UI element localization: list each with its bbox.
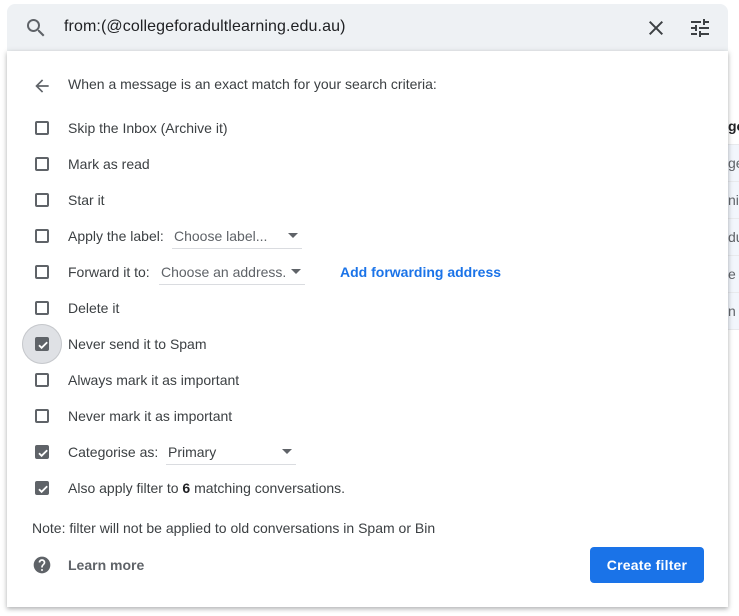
checkmark-icon (38, 449, 48, 458)
search-bar[interactable]: from:(@collegeforadultlearning.edu.au) (7, 4, 728, 51)
option-never-important: Never mark it as important (7, 398, 707, 434)
chevron-down-icon (291, 269, 301, 274)
option-apply-label: Apply the label: Choose label... (7, 218, 707, 254)
checkmark-icon (38, 341, 48, 350)
option-label: Also apply filter to 6 matching conversa… (68, 480, 345, 496)
learn-more-link[interactable]: Learn more (68, 557, 144, 573)
option-label: Delete it (68, 300, 120, 316)
option-label: Categorise as: (68, 444, 159, 460)
checkbox[interactable] (35, 265, 49, 279)
option-categorise: Categorise as: Primary (7, 434, 707, 470)
checkbox[interactable] (35, 229, 49, 243)
option-forward: Forward it to: Choose an address. Add fo… (7, 254, 707, 290)
arrow-back-icon[interactable] (32, 76, 52, 96)
checkbox[interactable] (35, 337, 49, 351)
option-mark-as-read: Mark as read (7, 146, 707, 182)
search-input[interactable]: from:(@collegeforadultlearning.edu.au) (64, 18, 346, 36)
chevron-down-icon (282, 449, 292, 454)
option-skip-inbox: Skip the Inbox (Archive it) (7, 110, 707, 146)
checkbox[interactable] (35, 301, 49, 315)
option-label: Skip the Inbox (Archive it) (68, 120, 228, 136)
option-label: Never send it to Spam (68, 336, 207, 352)
option-label: Forward it to: (68, 264, 150, 280)
checkbox[interactable] (35, 193, 49, 207)
label-select-value: Choose label... (174, 228, 268, 244)
option-label: Mark as read (68, 156, 150, 172)
tune-icon[interactable] (688, 16, 712, 40)
checkbox[interactable] (35, 445, 49, 459)
checkbox[interactable] (35, 409, 49, 423)
forward-address-select[interactable]: Choose an address. (159, 260, 305, 285)
add-forwarding-address-link[interactable]: Add forwarding address (340, 264, 501, 280)
checkbox[interactable] (35, 373, 49, 387)
option-star-it: Star it (7, 182, 707, 218)
chevron-down-icon (288, 233, 298, 238)
filter-note: Note: filter will not be applied to old … (32, 520, 436, 536)
option-label: Apply the label: (68, 228, 164, 244)
filter-options-panel: When a message is an exact match for you… (7, 51, 728, 607)
category-select-value: Primary (168, 444, 217, 460)
option-always-important: Always mark it as important (7, 362, 707, 398)
forward-select-value: Choose an address. (161, 264, 287, 280)
option-apply-to-matching: Also apply filter to 6 matching conversa… (7, 470, 707, 506)
close-icon[interactable] (644, 16, 668, 40)
label-select[interactable]: Choose label... (172, 224, 302, 249)
category-select[interactable]: Primary (166, 440, 296, 465)
option-label-prefix: Also apply filter to (68, 480, 183, 496)
create-filter-button[interactable]: Create filter (590, 547, 704, 583)
checkbox[interactable] (35, 121, 49, 135)
option-label-suffix: matching conversations. (190, 480, 346, 496)
panel-header: When a message is an exact match for you… (68, 76, 437, 92)
checkbox[interactable] (35, 157, 49, 171)
option-label: Always mark it as important (68, 372, 240, 388)
option-never-spam: Never send it to Spam (7, 324, 707, 364)
checkmark-icon (38, 485, 48, 494)
help-icon[interactable] (32, 555, 52, 575)
option-label: Never mark it as important (68, 408, 233, 424)
search-icon[interactable] (24, 16, 48, 40)
checkbox[interactable] (35, 481, 49, 495)
option-delete: Delete it (7, 290, 707, 326)
option-label: Star it (68, 192, 105, 208)
